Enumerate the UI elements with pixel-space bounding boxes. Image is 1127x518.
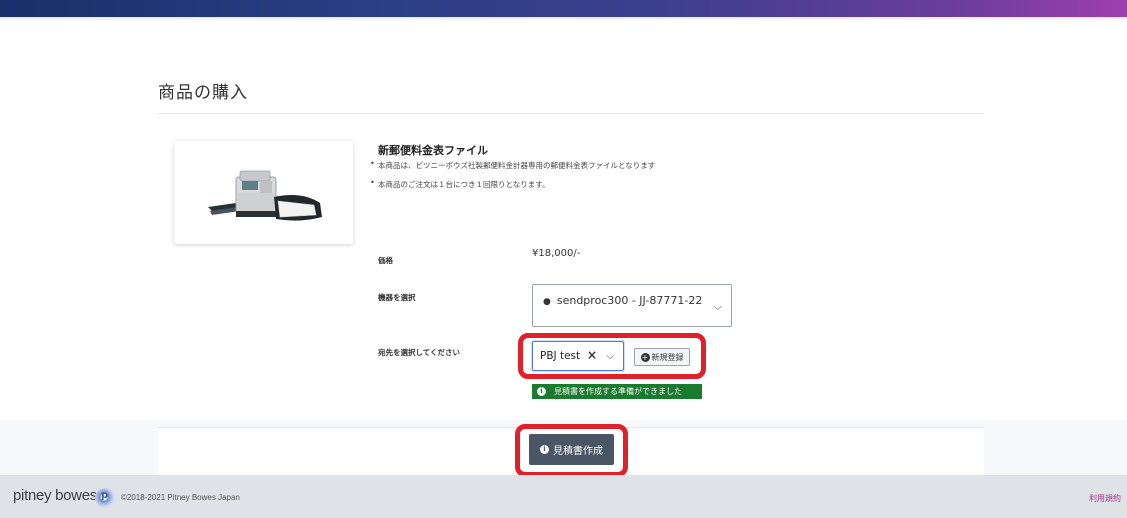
- recipient-select[interactable]: PBJ test × ⌵: [532, 341, 624, 371]
- machine-label: 機器を選択: [378, 293, 416, 302]
- machine-selected-chip: ● sendproc300 - JJ-87771-22: [543, 294, 702, 307]
- list-item: 本商品は、ピツニーボウズ社製郵便料金計器専用の郵便料金表ファイルとなります: [368, 159, 655, 179]
- terms-link[interactable]: 利用規約: [1089, 493, 1121, 504]
- postage-meter-icon: [208, 170, 322, 221]
- chevron-down-icon[interactable]: ⌵: [606, 349, 614, 363]
- machine-select[interactable]: ● sendproc300 - JJ-87771-22 ⌵: [532, 284, 732, 327]
- page-title: 商品の購入: [158, 83, 248, 103]
- bullet-icon: ●: [543, 297, 551, 307]
- new-register-button[interactable]: + 新規登録: [634, 348, 690, 366]
- top-bar-shadow: [0, 17, 1127, 21]
- plus-circle-icon: +: [640, 352, 650, 362]
- new-register-label: 新規登録: [651, 352, 684, 362]
- chevron-down-icon[interactable]: ⌵: [714, 300, 722, 314]
- status-message: 見積書を作成する準備ができました: [554, 387, 682, 396]
- logo-letter: p: [101, 490, 109, 501]
- product-description-list: 本商品は、ピツニーボウズ社製郵便料金計器専用の郵便料金表ファイルとなります 本商…: [368, 159, 655, 198]
- recipient-label: 宛先を選択してください: [378, 348, 461, 357]
- product-image-card: [174, 141, 353, 244]
- top-gradient-bar: [0, 0, 1127, 17]
- status-badge: i 見積書を作成する準備ができました: [532, 384, 702, 399]
- product-name: 新郵便料金表ファイル: [378, 144, 488, 157]
- info-icon: i: [537, 387, 546, 396]
- copyright-text: ©2018-2021 Pitney Bowes Japan: [121, 493, 240, 502]
- create-quote-button[interactable]: i 見積書作成: [529, 434, 614, 465]
- footer: pitney bowes p ©2018-2021 Pitney Bowes J…: [0, 475, 1127, 518]
- title-divider: [158, 113, 984, 114]
- recipient-selected-value: PBJ test: [540, 350, 581, 362]
- clear-icon[interactable]: ×: [587, 348, 597, 362]
- brand-name: pitney bowes: [13, 487, 97, 504]
- list-item: 本商品のご注文は１台につき１回限りとなります。: [368, 178, 655, 198]
- price-label: 価格: [378, 256, 393, 265]
- info-icon: i: [540, 445, 549, 454]
- price-value: ¥18,000/-: [532, 248, 581, 259]
- create-quote-label: 見積書作成: [553, 446, 603, 457]
- machine-selected-value: sendproc300 - JJ-87771-22: [556, 294, 703, 307]
